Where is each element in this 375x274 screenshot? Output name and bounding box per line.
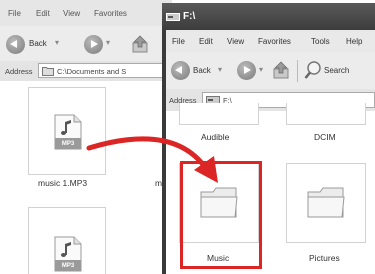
drag-arrow-icon [86, 136, 218, 183]
